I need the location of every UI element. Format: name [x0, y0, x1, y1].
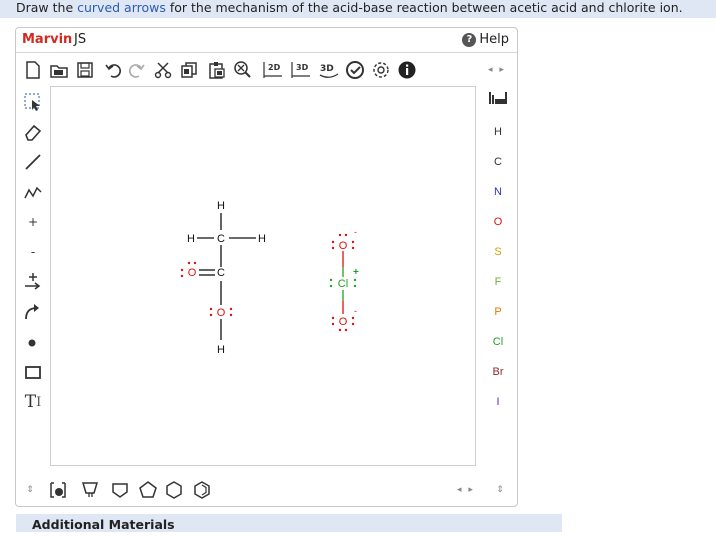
atom-h-left: H	[187, 233, 195, 245]
atom-o-bottom: O	[339, 316, 348, 328]
help-label: Help	[479, 32, 509, 47]
pentagon-icon[interactable]	[136, 478, 160, 502]
o-bottom-charge: -	[354, 306, 357, 316]
atom-c-methyl: C	[217, 233, 225, 245]
clean-3d-icon[interactable]: 3D	[288, 59, 314, 81]
help-icon: ?	[462, 32, 477, 47]
3d-view-label: 3D	[320, 64, 334, 74]
save-icon[interactable]	[74, 59, 96, 81]
question-prefix: Draw the	[16, 0, 78, 15]
curved-arrows-link[interactable]: curved arrows	[77, 0, 166, 15]
top-toolbar: 2D 3D 3D ◂ ▸	[16, 54, 517, 84]
bottom-scroll-arrows-icon[interactable]: ◂ ▸	[452, 478, 480, 502]
rectangle-tool-icon[interactable]	[20, 360, 46, 384]
template-library-icon[interactable]	[46, 478, 70, 502]
help-button[interactable]: ? Help	[462, 32, 509, 47]
atom-cl: Cl	[338, 278, 348, 290]
atom-h-right: H	[258, 233, 266, 245]
periodic-table-icon[interactable]	[478, 90, 518, 114]
ring-template-icon[interactable]	[78, 478, 102, 502]
atom-h-bottom: H	[217, 344, 225, 356]
element-cl[interactable]: Cl	[478, 330, 518, 354]
electron-dot-icon[interactable]	[20, 330, 46, 354]
chain-tool-icon[interactable]	[20, 180, 46, 204]
new-document-icon[interactable]	[22, 59, 44, 81]
atom-o-top: O	[339, 240, 348, 252]
text-tool-label: T	[24, 392, 37, 412]
element-f[interactable]: F	[478, 270, 518, 294]
check-structure-icon[interactable]	[344, 59, 366, 81]
left-toolbar: + - TI	[16, 86, 50, 436]
element-toolbar: H C N O S F P Cl Br I	[478, 86, 518, 436]
element-o[interactable]: O	[478, 210, 518, 234]
element-p[interactable]: P	[478, 300, 518, 324]
toolbar-scroll-arrows-icon[interactable]: ◂ ▸	[482, 59, 512, 81]
additional-materials-heading[interactable]: Additional Materials	[16, 514, 562, 532]
marvin-brand: Marvin	[22, 32, 73, 47]
info-icon[interactable]	[396, 59, 418, 81]
3d-view-icon[interactable]: 3D	[316, 59, 342, 81]
cut-icon[interactable]	[152, 59, 174, 81]
paste-icon[interactable]	[206, 59, 228, 81]
text-tool-icon[interactable]: TI	[20, 390, 46, 414]
decrease-charge-icon[interactable]: -	[20, 240, 46, 264]
selection-tool-icon[interactable]	[20, 90, 46, 114]
reaction-arrow-icon[interactable]	[20, 270, 46, 294]
minus-label: -	[30, 245, 36, 259]
plus-label: +	[27, 215, 39, 229]
zoom-fit-icon[interactable]	[232, 59, 254, 81]
marvin-title-bar: Marvin JS ? Help	[16, 28, 517, 53]
increase-charge-icon[interactable]: +	[20, 210, 46, 234]
element-i[interactable]: I	[478, 390, 518, 414]
element-n[interactable]: N	[478, 180, 518, 204]
marvin-editor: Marvin JS ? Help 2D 3D 3D ◂ ▸ + - T I H …	[15, 27, 518, 507]
molecule-drawing: H H C H O C O H O - Cl + O -	[180, 200, 359, 356]
atom-c-carboxyl: C	[217, 267, 225, 279]
element-h[interactable]: H	[478, 120, 518, 144]
element-s[interactable]: S	[478, 240, 518, 264]
undo-icon[interactable]	[102, 59, 124, 81]
clean-2d-icon[interactable]: 2D	[260, 59, 286, 81]
marvin-js-label: JS	[74, 32, 87, 47]
element-scroll-icon[interactable]: ⇕	[490, 478, 510, 502]
copy-icon[interactable]	[178, 59, 200, 81]
settings-gear-icon[interactable]	[370, 59, 392, 81]
atom-o-hydroxyl: O	[217, 307, 226, 319]
element-br[interactable]: Br	[478, 360, 518, 384]
question-text: Draw the curved arrows for the mechanism…	[0, 0, 716, 18]
cl-charge: +	[353, 267, 359, 278]
hexagon-icon[interactable]	[162, 478, 186, 502]
atom-h-top: H	[217, 200, 225, 212]
atom-o-carbonyl: O	[188, 267, 197, 279]
clean-3d-label: 3D	[296, 63, 309, 72]
clean-2d-label: 2D	[268, 63, 281, 72]
bottom-toolbar: ⇕ ◂ ▸ ⇕	[16, 475, 517, 503]
redo-icon[interactable]	[126, 59, 148, 81]
element-c[interactable]: C	[478, 150, 518, 174]
eraser-icon[interactable]	[20, 120, 46, 144]
o-top-charge: -	[354, 227, 357, 237]
question-suffix: for the mechanism of the acid-base react…	[165, 0, 683, 15]
drawing-canvas[interactable]: H H C H O C O H O - Cl + O -	[50, 86, 476, 466]
curved-arrow-icon[interactable]	[20, 300, 46, 324]
cyclopentane-icon[interactable]	[108, 478, 132, 502]
template-scroll-icon[interactable]: ⇕	[20, 478, 40, 502]
benzene-icon[interactable]	[190, 478, 214, 502]
single-bond-icon[interactable]	[20, 150, 46, 174]
open-folder-icon[interactable]	[48, 59, 70, 81]
